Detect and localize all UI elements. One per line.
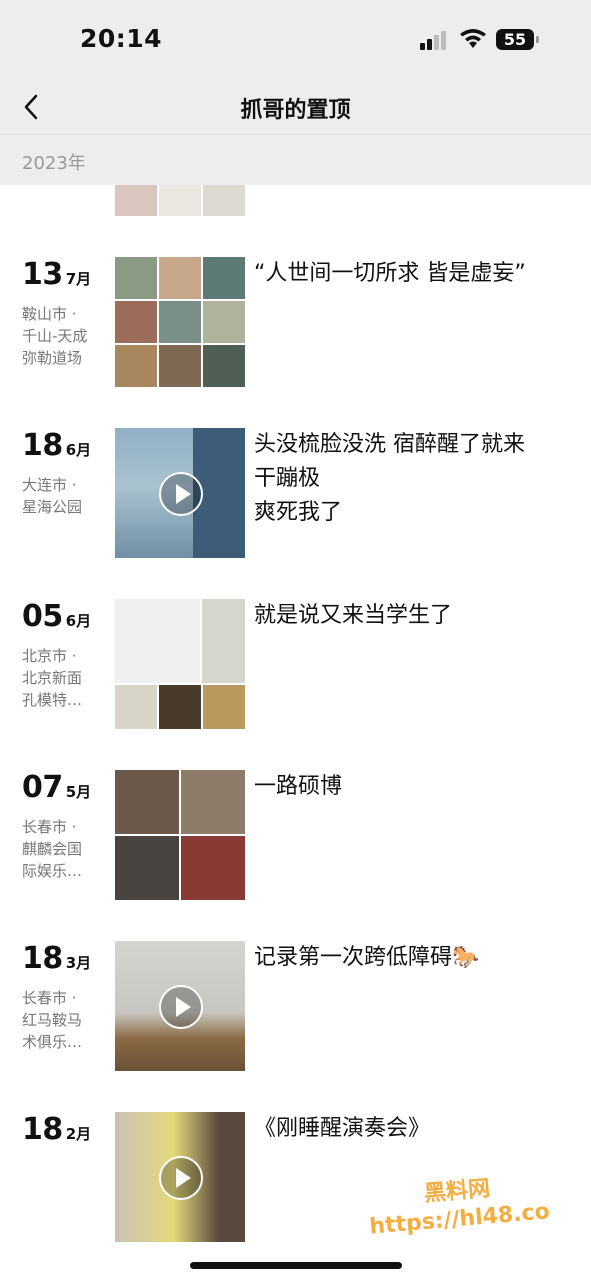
post-date: 18 6月 bbox=[22, 428, 91, 463]
post-date: 13 7月 bbox=[22, 257, 91, 292]
location-line: 大连市 · bbox=[22, 476, 77, 494]
photo-thumbnail bbox=[115, 685, 157, 729]
post-month: 3月 bbox=[65, 954, 92, 972]
photo-thumbnail bbox=[159, 345, 201, 387]
year-header: 2023年 bbox=[0, 135, 591, 185]
location-line: 北京新面 bbox=[22, 669, 83, 687]
caption-line: 头没梳脸没洗 宿醉醒了就来 bbox=[254, 432, 525, 457]
location-line: 术俱乐… bbox=[22, 1033, 83, 1051]
location-line: 红马鞍马 bbox=[22, 1011, 83, 1029]
photo-thumbnail bbox=[203, 301, 245, 343]
video-thumbnail[interactable] bbox=[115, 1112, 245, 1242]
play-icon[interactable] bbox=[159, 1156, 203, 1200]
post-item[interactable]: 18 3月 长春市 · 红马鞍马 术俱乐… 记录第一次跨低障碍🐎 bbox=[0, 941, 591, 1076]
photo-thumbnail bbox=[203, 685, 245, 729]
post-caption: “人世间一切所求 皆是虚妄” bbox=[254, 261, 526, 286]
video-thumbnail[interactable] bbox=[115, 941, 245, 1071]
photo-thumbnail bbox=[159, 301, 201, 343]
post-location: 鞍山市 · 千山-天成 弥勒道场 bbox=[22, 303, 102, 369]
battery-icon: 55 bbox=[496, 29, 539, 50]
post-month: 2月 bbox=[65, 1125, 92, 1143]
location-line: 孔模特… bbox=[22, 691, 83, 709]
post-caption: 头没梳脸没洗 宿醉醒了就来 干蹦极 爽死我了 bbox=[254, 428, 564, 530]
post-location: 长春市 · 麒麟会国 际娱乐… bbox=[22, 816, 102, 882]
post-item[interactable]: 07 5月 长春市 · 麒麟会国 际娱乐… 一路硕博 bbox=[0, 770, 591, 905]
photo-thumbnail bbox=[115, 770, 179, 834]
location-line: 千山-天成 bbox=[22, 327, 88, 345]
play-icon[interactable] bbox=[159, 985, 203, 1029]
photo-thumbnail bbox=[115, 836, 179, 900]
page-title: 抓哥的置顶 bbox=[240, 98, 351, 123]
nav-bar: 抓哥的置顶 bbox=[0, 80, 591, 135]
caption-line: 干蹦极 bbox=[254, 466, 321, 491]
post-item[interactable]: 13 7月 鞍山市 · 千山-天成 弥勒道场 “人世间一切所求 皆是虚妄” bbox=[0, 257, 591, 392]
cellular-signal-icon bbox=[420, 30, 448, 50]
photo-thumbnail bbox=[203, 345, 245, 387]
post-location: 长春市 · 红马鞍马 术俱乐… bbox=[22, 987, 102, 1053]
post-caption: 记录第一次跨低障碍🐎 bbox=[254, 945, 480, 970]
location-line: 鞍山市 · bbox=[22, 305, 77, 323]
post-item[interactable]: 05 6月 北京市 · 北京新面 孔模特… 就是说又来当学生了 bbox=[0, 599, 591, 734]
location-line: 长春市 · bbox=[22, 989, 77, 1007]
post-month: 6月 bbox=[65, 441, 92, 459]
post-date: 18 2月 bbox=[22, 1112, 91, 1147]
post-month: 5月 bbox=[65, 783, 92, 801]
photo-grid[interactable] bbox=[115, 599, 245, 729]
post-month: 7月 bbox=[65, 270, 92, 288]
photo-thumbnail bbox=[115, 301, 157, 343]
post-day: 05 bbox=[22, 599, 63, 634]
location-line: 星海公园 bbox=[22, 498, 83, 516]
post-day: 07 bbox=[22, 770, 63, 805]
post-date: 07 5月 bbox=[22, 770, 91, 805]
post-caption: 《刚睡醒演奏会》 bbox=[254, 1116, 431, 1141]
post-location: 北京市 · 北京新面 孔模特… bbox=[22, 645, 102, 711]
post-item[interactable]: 18 6月 大连市 · 星海公园 头没梳脸没洗 宿醉醒了就来 干蹦极 爽死我了 bbox=[0, 428, 591, 563]
location-line: 际娱乐… bbox=[22, 862, 83, 880]
photo-thumbnail bbox=[115, 257, 157, 299]
wifi-icon bbox=[460, 29, 486, 48]
post-caption: 一路硕博 bbox=[254, 774, 343, 799]
post-caption: 就是说又来当学生了 bbox=[254, 603, 453, 628]
home-indicator[interactable] bbox=[190, 1262, 402, 1269]
post-day: 18 bbox=[22, 941, 63, 976]
photo-thumbnail bbox=[203, 257, 245, 299]
photo-thumbnail bbox=[115, 345, 157, 387]
photo-thumbnail bbox=[159, 257, 201, 299]
caption-line: 爽死我了 bbox=[254, 500, 343, 525]
photo-grid[interactable] bbox=[115, 770, 245, 900]
location-line: 北京市 · bbox=[22, 647, 77, 665]
status-time: 20:14 bbox=[80, 24, 163, 53]
post-date: 05 6月 bbox=[22, 599, 91, 634]
post-day: 18 bbox=[22, 1112, 63, 1147]
photo-thumbnail bbox=[159, 685, 201, 729]
post-month: 6月 bbox=[65, 612, 92, 630]
previous-post-thumbnail[interactable] bbox=[115, 185, 245, 216]
play-icon[interactable] bbox=[159, 472, 203, 516]
photo-thumbnail bbox=[202, 599, 245, 683]
post-location: 大连市 · 星海公园 bbox=[22, 474, 102, 518]
photo-thumbnail bbox=[181, 770, 245, 834]
status-bar: 20:14 55 bbox=[0, 0, 591, 80]
photo-grid[interactable] bbox=[115, 257, 245, 387]
post-day: 13 bbox=[22, 257, 63, 292]
video-thumbnail[interactable] bbox=[115, 428, 245, 558]
photo-thumbnail bbox=[181, 836, 245, 900]
post-date: 18 3月 bbox=[22, 941, 91, 976]
location-line: 长春市 · bbox=[22, 818, 77, 836]
location-line: 弥勒道场 bbox=[22, 349, 83, 367]
photo-thumbnail bbox=[115, 599, 200, 683]
year-label: 2023年 bbox=[22, 153, 86, 174]
location-line: 麒麟会国 bbox=[22, 840, 83, 858]
post-day: 18 bbox=[22, 428, 63, 463]
